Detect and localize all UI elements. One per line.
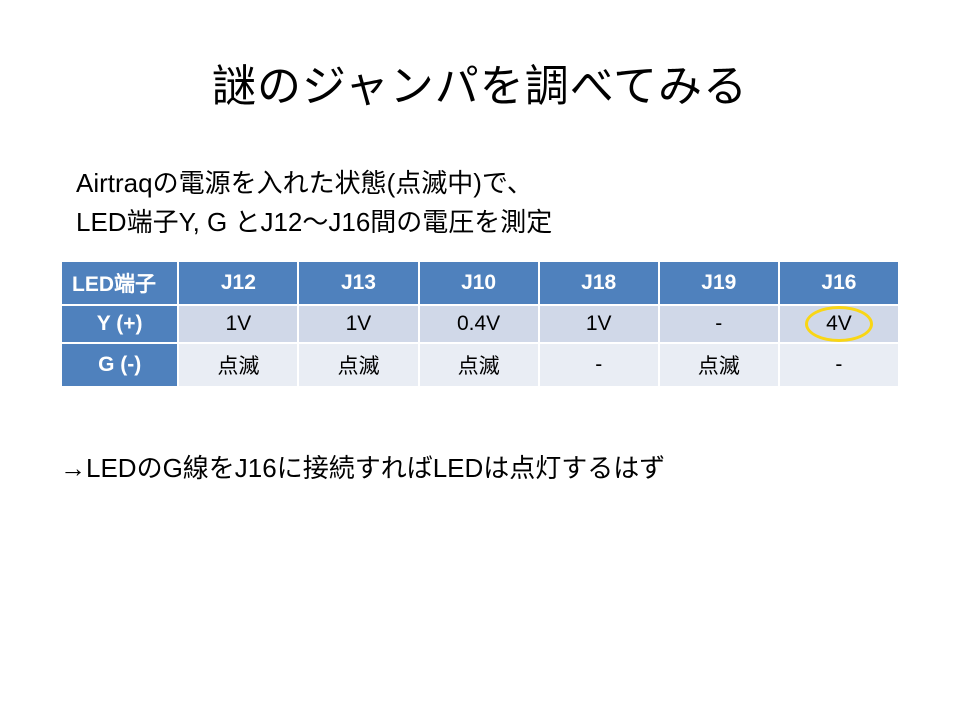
slide-title: 謎のジャンパを調べてみる (60, 50, 900, 114)
col-header: J12 (178, 261, 298, 305)
cell: 0.4V (419, 305, 539, 343)
row-label: Y (+) (61, 305, 178, 343)
cell: 点滅 (298, 343, 418, 387)
table-header-row: LED端子 J12 J13 J10 J18 J19 J16 (61, 261, 899, 305)
slide: 謎のジャンパを調べてみる Airtraqの電源を入れた状態(点滅中)で、 LED… (0, 0, 960, 720)
intro-line-1: Airtraqの電源を入れた状態(点滅中)で、 (76, 168, 533, 198)
row-label: G (-) (61, 343, 178, 387)
cell: - (779, 343, 899, 387)
table-row: Y (+) 1V 1V 0.4V 1V - 4V (61, 305, 899, 343)
intro-line-2: LED端子Y, G とJ12～J16間の電圧を測定 (76, 207, 552, 237)
cell: - (539, 343, 659, 387)
cell-value: 4V (826, 312, 852, 335)
cell: 1V (298, 305, 418, 343)
conclusion-text: →LEDのG線をJ16に接続すればLEDは点灯するはず (60, 448, 900, 485)
col-header: J13 (298, 261, 418, 305)
cell: 1V (539, 305, 659, 343)
cell: 1V (178, 305, 298, 343)
voltage-table: LED端子 J12 J13 J10 J18 J19 J16 Y (+) 1V 1… (60, 260, 900, 388)
highlight-wrap: 4V (826, 312, 852, 336)
cell: 点滅 (659, 343, 779, 387)
cell: 点滅 (178, 343, 298, 387)
cell: 点滅 (419, 343, 539, 387)
header-label: LED端子 (61, 261, 178, 305)
col-header: J16 (779, 261, 899, 305)
cell-highlighted: 4V (779, 305, 899, 343)
cell: - (659, 305, 779, 343)
col-header: J10 (419, 261, 539, 305)
col-header: J18 (539, 261, 659, 305)
table-row: G (-) 点滅 点滅 点滅 - 点滅 - (61, 343, 899, 387)
col-header: J19 (659, 261, 779, 305)
intro-text: Airtraqの電源を入れた状態(点滅中)で、 LED端子Y, G とJ12～J… (60, 164, 900, 242)
